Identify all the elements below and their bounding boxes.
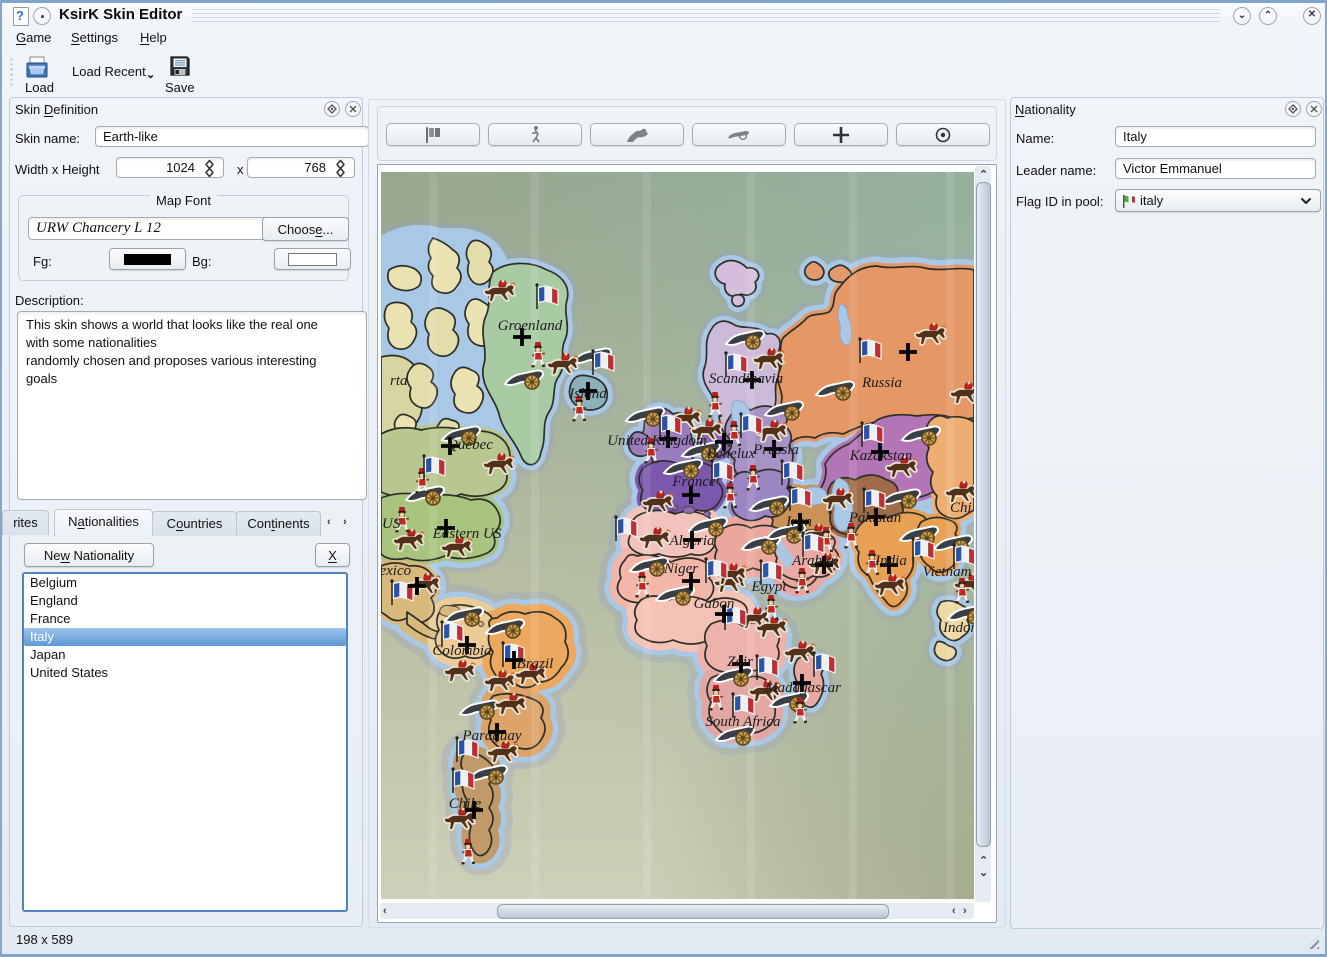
svg-text:Chi: Chi	[950, 500, 972, 516]
svg-text:Iran: Iran	[785, 514, 812, 530]
svg-text:Kazakstan: Kazakstan	[849, 448, 913, 464]
svg-text:Algeria: Algeria	[669, 533, 715, 549]
svg-text:France: France	[671, 474, 716, 490]
svg-text:South Africa: South Africa	[705, 714, 780, 730]
svg-text:United Kingdom: United Kingdom	[607, 433, 707, 449]
svg-text:Groenland: Groenland	[498, 318, 563, 334]
svg-text:Egypt: Egypt	[751, 579, 788, 595]
svg-text:Brazil: Brazil	[517, 656, 554, 672]
svg-text:US: US	[382, 516, 401, 532]
svg-text:Madagascar: Madagascar	[764, 680, 841, 696]
svg-text:Benelux: Benelux	[707, 446, 756, 462]
svg-text:Paraguay: Paraguay	[461, 728, 522, 744]
svg-text:Gabon: Gabon	[694, 596, 735, 612]
svg-text:Pakistan: Pakistan	[848, 510, 902, 526]
svg-text:Russia: Russia	[861, 375, 902, 391]
svg-text:Zair: Zair	[727, 654, 753, 670]
svg-text:Indon: Indon	[942, 620, 974, 636]
svg-text:rta: rta	[390, 373, 408, 389]
svg-text:Chile: Chile	[449, 796, 482, 812]
svg-text:Island: Island	[568, 386, 607, 402]
svg-text:Mexico: Mexico	[381, 563, 412, 579]
svg-text:Niger: Niger	[663, 561, 698, 577]
svg-text:Scandinavia: Scandinavia	[709, 371, 783, 387]
svg-text:India: India	[874, 553, 907, 569]
svg-text:Eastern US: Eastern US	[432, 526, 502, 542]
svg-text:Quebec: Quebec	[447, 437, 493, 453]
svg-text:Colombia: Colombia	[432, 643, 491, 659]
svg-text:Arabia: Arabia	[791, 553, 834, 569]
svg-text:Prussia: Prussia	[752, 442, 799, 458]
svg-text:Vietnam: Vietnam	[923, 564, 972, 580]
